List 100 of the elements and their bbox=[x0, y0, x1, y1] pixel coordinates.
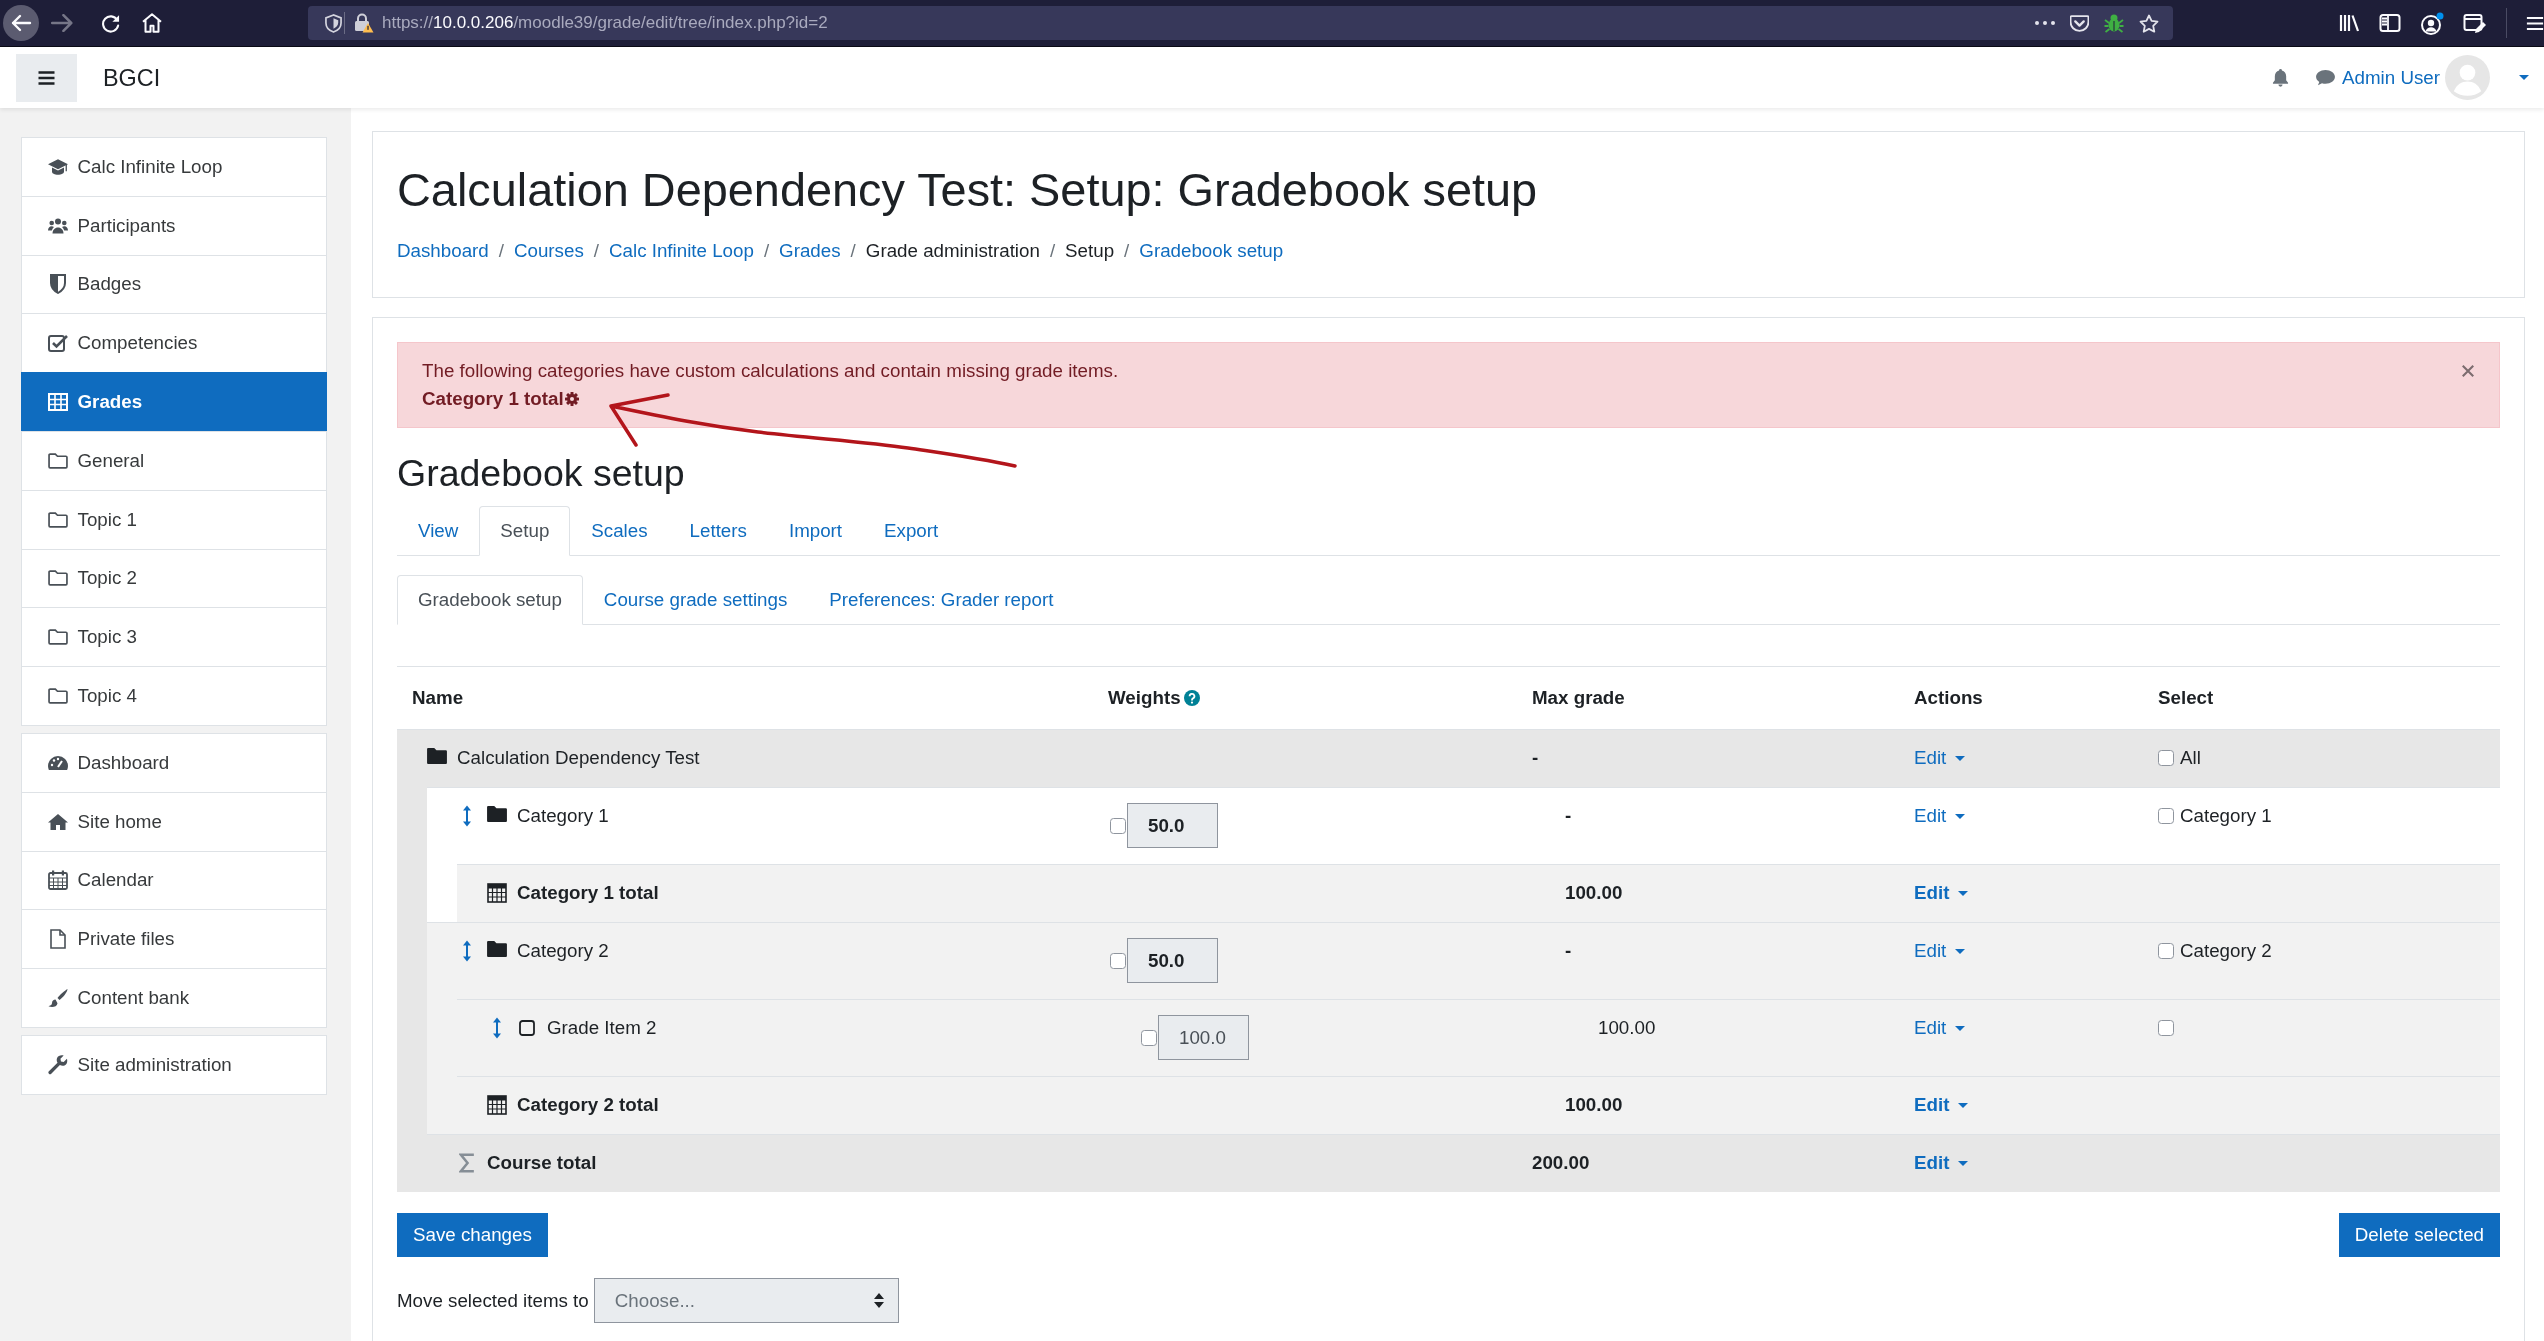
caret-icon bbox=[1958, 1102, 1969, 1108]
table-icon bbox=[47, 392, 68, 413]
breadcrumb-link[interactable]: Dashboard bbox=[397, 237, 489, 265]
breadcrumb-link[interactable]: Grades bbox=[779, 237, 841, 265]
site-name[interactable]: BGCI bbox=[103, 63, 161, 92]
grade-item-name: Category 1 bbox=[517, 804, 609, 828]
user-menu-link[interactable]: Admin User bbox=[2342, 63, 2440, 92]
checkbox-label: Category 1 bbox=[2180, 804, 2272, 828]
edit-menu-link[interactable]: Edit bbox=[1914, 1091, 1969, 1119]
square-icon bbox=[519, 1020, 535, 1036]
bug-icon[interactable] bbox=[2104, 13, 2124, 33]
close-icon[interactable] bbox=[2461, 364, 2475, 378]
caret-icon bbox=[1955, 755, 1966, 761]
tab[interactable]: Letters bbox=[668, 506, 768, 556]
folder-icon bbox=[47, 450, 68, 471]
drawer-toggle-button[interactable] bbox=[16, 53, 77, 102]
breadcrumb-link[interactable]: Courses bbox=[513, 237, 584, 265]
edit-menu-link[interactable]: Edit bbox=[1914, 879, 1969, 907]
tab[interactable]: Import bbox=[767, 506, 864, 556]
move-handle-icon[interactable] bbox=[462, 940, 472, 962]
sidebar-item[interactable]: Badges bbox=[21, 254, 327, 315]
chat-icon[interactable] bbox=[2315, 69, 2337, 86]
breadcrumb-link[interactable]: Calc Infinite Loop bbox=[609, 237, 754, 265]
weight-override-checkbox[interactable] bbox=[1110, 952, 1126, 969]
folder-icon bbox=[487, 806, 507, 822]
account-icon[interactable] bbox=[2420, 11, 2444, 35]
caret-icon bbox=[1955, 1025, 1966, 1031]
breadcrumb-separator: / bbox=[1123, 239, 1131, 263]
sidebar-item[interactable]: Topic 4 bbox=[21, 666, 327, 726]
edit-menu-link[interactable]: Edit bbox=[1914, 802, 1966, 830]
back-icon[interactable] bbox=[3, 5, 39, 41]
select-checkbox[interactable] bbox=[2158, 943, 2174, 959]
sidebar-item[interactable]: Participants bbox=[21, 195, 327, 256]
window-edit-icon[interactable] bbox=[2463, 12, 2487, 34]
column-header: Name bbox=[412, 686, 464, 710]
caret-icon[interactable] bbox=[2519, 75, 2529, 80]
select-checkbox[interactable] bbox=[2158, 750, 2174, 766]
edit-menu-link[interactable]: Edit bbox=[1914, 1149, 1969, 1177]
checkbox-icon bbox=[47, 333, 68, 354]
column-header: Weights bbox=[1108, 686, 1181, 710]
weight-override-checkbox[interactable] bbox=[1141, 1029, 1157, 1046]
breadcrumb-separator: / bbox=[849, 239, 857, 263]
sidebar-item[interactable]: General bbox=[21, 431, 327, 491]
breadcrumb-item: Grade administration bbox=[865, 239, 1040, 263]
sidebar-item[interactable]: Grades bbox=[21, 372, 327, 432]
grade-item-name: Calculation Dependency Test bbox=[457, 746, 700, 770]
move-handle-icon[interactable] bbox=[462, 805, 472, 827]
tab[interactable]: Setup bbox=[479, 506, 571, 556]
breadcrumb-item: Setup bbox=[1065, 239, 1115, 263]
sidebar-item[interactable]: Private files bbox=[21, 909, 327, 970]
save-button[interactable]: Save changes bbox=[397, 1213, 548, 1257]
sidebar-item[interactable]: Calc Infinite Loop bbox=[21, 137, 327, 197]
breadcrumb-link[interactable]: Gradebook setup bbox=[1139, 237, 1284, 265]
checkbox-label: All bbox=[2180, 746, 2201, 770]
sidebar-item[interactable]: Dashboard bbox=[21, 732, 327, 793]
subtab[interactable]: Course grade settings bbox=[582, 575, 809, 625]
star-icon[interactable] bbox=[2139, 13, 2159, 33]
paintbrush-icon bbox=[47, 988, 68, 1009]
delete-button[interactable]: Delete selected bbox=[2338, 1213, 2500, 1257]
bell-icon[interactable] bbox=[2272, 68, 2290, 87]
edit-menu-link[interactable]: Edit bbox=[1914, 937, 1966, 965]
home-icon[interactable] bbox=[142, 13, 162, 33]
sidebar-item[interactable]: Competencies bbox=[21, 313, 327, 374]
subtab[interactable]: Gradebook setup bbox=[397, 575, 583, 625]
folder-icon bbox=[47, 568, 68, 589]
edit-menu-link[interactable]: Edit bbox=[1914, 744, 1966, 772]
reload-icon[interactable] bbox=[101, 13, 120, 33]
address-bar[interactable]: https://10.0.0.206/moodle39/grade/edit/tree/index.php?id=2 bbox=[308, 6, 2173, 40]
caret-icon bbox=[1958, 890, 1969, 896]
help-icon[interactable] bbox=[1183, 690, 1200, 706]
select-checkbox[interactable] bbox=[2158, 1020, 2174, 1036]
sidebar-item[interactable]: Content bank bbox=[21, 968, 327, 1028]
more-icon[interactable] bbox=[2035, 21, 2055, 25]
pouch-icon[interactable] bbox=[2070, 14, 2089, 32]
sidebar-icon[interactable] bbox=[2379, 13, 2401, 33]
weight-override-checkbox[interactable] bbox=[1110, 817, 1126, 834]
folder-icon bbox=[47, 509, 68, 530]
sidebar-item[interactable]: Site home bbox=[21, 791, 327, 852]
sidebar-item[interactable]: Topic 3 bbox=[21, 607, 327, 668]
sidebar-item[interactable]: Topic 2 bbox=[21, 548, 327, 609]
graduation-cap-icon bbox=[47, 156, 68, 177]
move-handle-icon[interactable] bbox=[492, 1017, 502, 1039]
missing-item-name: Category 1 total bbox=[422, 387, 564, 411]
shield-icon[interactable] bbox=[325, 13, 342, 33]
tab[interactable]: View bbox=[397, 506, 480, 556]
max-grade-value: - bbox=[1532, 746, 1539, 770]
menu-icon[interactable] bbox=[2526, 15, 2544, 31]
select-checkbox[interactable] bbox=[2158, 808, 2174, 824]
sidebar-item[interactable]: Topic 1 bbox=[21, 489, 327, 550]
lock-warning-icon[interactable] bbox=[354, 13, 374, 33]
tab[interactable]: Scales bbox=[570, 506, 669, 556]
edit-menu-link[interactable]: Edit bbox=[1914, 1014, 1966, 1042]
tab[interactable]: Export bbox=[863, 506, 960, 556]
subtab[interactable]: Preferences: Grader report bbox=[808, 575, 1075, 625]
sidebar-item[interactable]: Calendar bbox=[21, 850, 327, 911]
column-header: Actions bbox=[1914, 686, 1983, 710]
sidebar-item[interactable]: Site administration bbox=[21, 1034, 327, 1095]
section-heading: Gradebook setup bbox=[397, 451, 686, 496]
calculator-icon bbox=[487, 883, 507, 903]
books-icon[interactable] bbox=[2339, 13, 2360, 33]
